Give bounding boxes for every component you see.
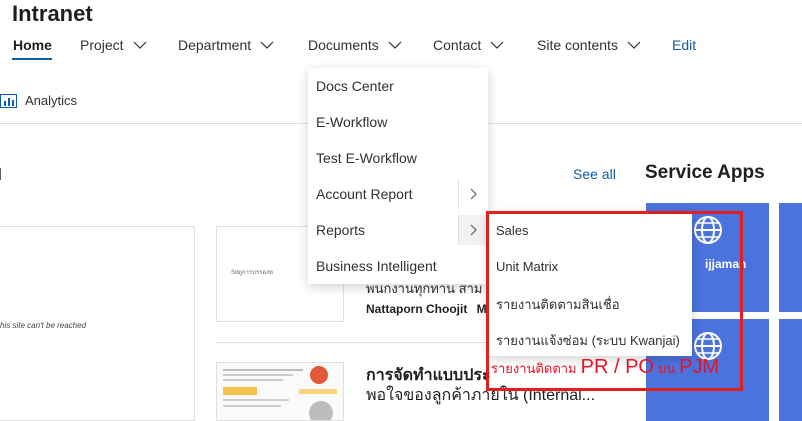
nav-documents[interactable]: Documents <box>308 36 402 54</box>
chevron-right-icon <box>470 188 477 200</box>
news-item-1-author: Nattaporn Choojit Ma <box>366 302 493 316</box>
author-name: Nattaporn Choojit <box>366 302 468 316</box>
site-title[interactable]: Intranet <box>12 1 93 27</box>
menu-item-e-workflow[interactable]: E-Workflow <box>316 104 387 140</box>
analytics-label: Analytics <box>25 93 78 108</box>
menu-item-docs-center[interactable]: Docs Center <box>316 68 394 104</box>
analytics-icon <box>0 93 17 108</box>
menu-item-business-intelligent[interactable]: Business Intelligent <box>316 248 437 284</box>
menu-item-test-e-workflow[interactable]: Test E-Workflow <box>316 140 417 176</box>
documents-dropdown: Docs Center E-Workflow Test E-Workflow A… <box>308 68 488 284</box>
chevron-right-icon <box>470 224 477 236</box>
nav-site-contents-label: Site contents <box>537 37 618 53</box>
menu-item-reports[interactable]: Reports <box>316 212 365 248</box>
nav-contact[interactable]: Contact <box>433 36 504 54</box>
nav-department[interactable]: Department <box>178 36 274 54</box>
chevron-down-icon <box>388 41 402 49</box>
account-report-expand-button[interactable] <box>458 179 486 209</box>
service-app-tile[interactable] <box>779 319 802 421</box>
reports-expand-button[interactable] <box>458 215 486 245</box>
nav-project[interactable]: Project <box>80 36 147 54</box>
nav-site-contents[interactable]: Site contents <box>537 36 641 54</box>
chevron-down-icon <box>260 41 274 49</box>
nav-documents-label: Documents <box>308 37 379 53</box>
nav-project-label: Project <box>80 37 124 53</box>
chevron-down-icon <box>490 41 504 49</box>
section-mark <box>0 168 1 180</box>
service-apps-title: Service Apps <box>645 162 765 183</box>
document-preview-image <box>223 366 337 420</box>
nav-department-label: Department <box>178 37 252 53</box>
chevron-down-icon <box>133 41 147 49</box>
menu-item-account-report[interactable]: Account Report <box>316 176 413 212</box>
nav-home[interactable]: Home <box>13 36 52 54</box>
nav-home-underline <box>12 58 52 60</box>
service-app-tile[interactable] <box>779 203 802 312</box>
chevron-down-icon <box>627 41 641 49</box>
news-item-2-thumbnail[interactable] <box>216 362 344 421</box>
see-all-link[interactable]: See all <box>573 166 616 182</box>
thumbnail-caption: Sitตูการบรรองท <box>231 270 273 276</box>
nav-contact-label: Contact <box>433 37 482 53</box>
embed-error-text: his site can't be reached <box>0 321 87 330</box>
nav-edit-link[interactable]: Edit <box>672 36 696 54</box>
annotation-highlight-box <box>486 211 743 391</box>
analytics-button[interactable]: Analytics <box>0 93 77 108</box>
